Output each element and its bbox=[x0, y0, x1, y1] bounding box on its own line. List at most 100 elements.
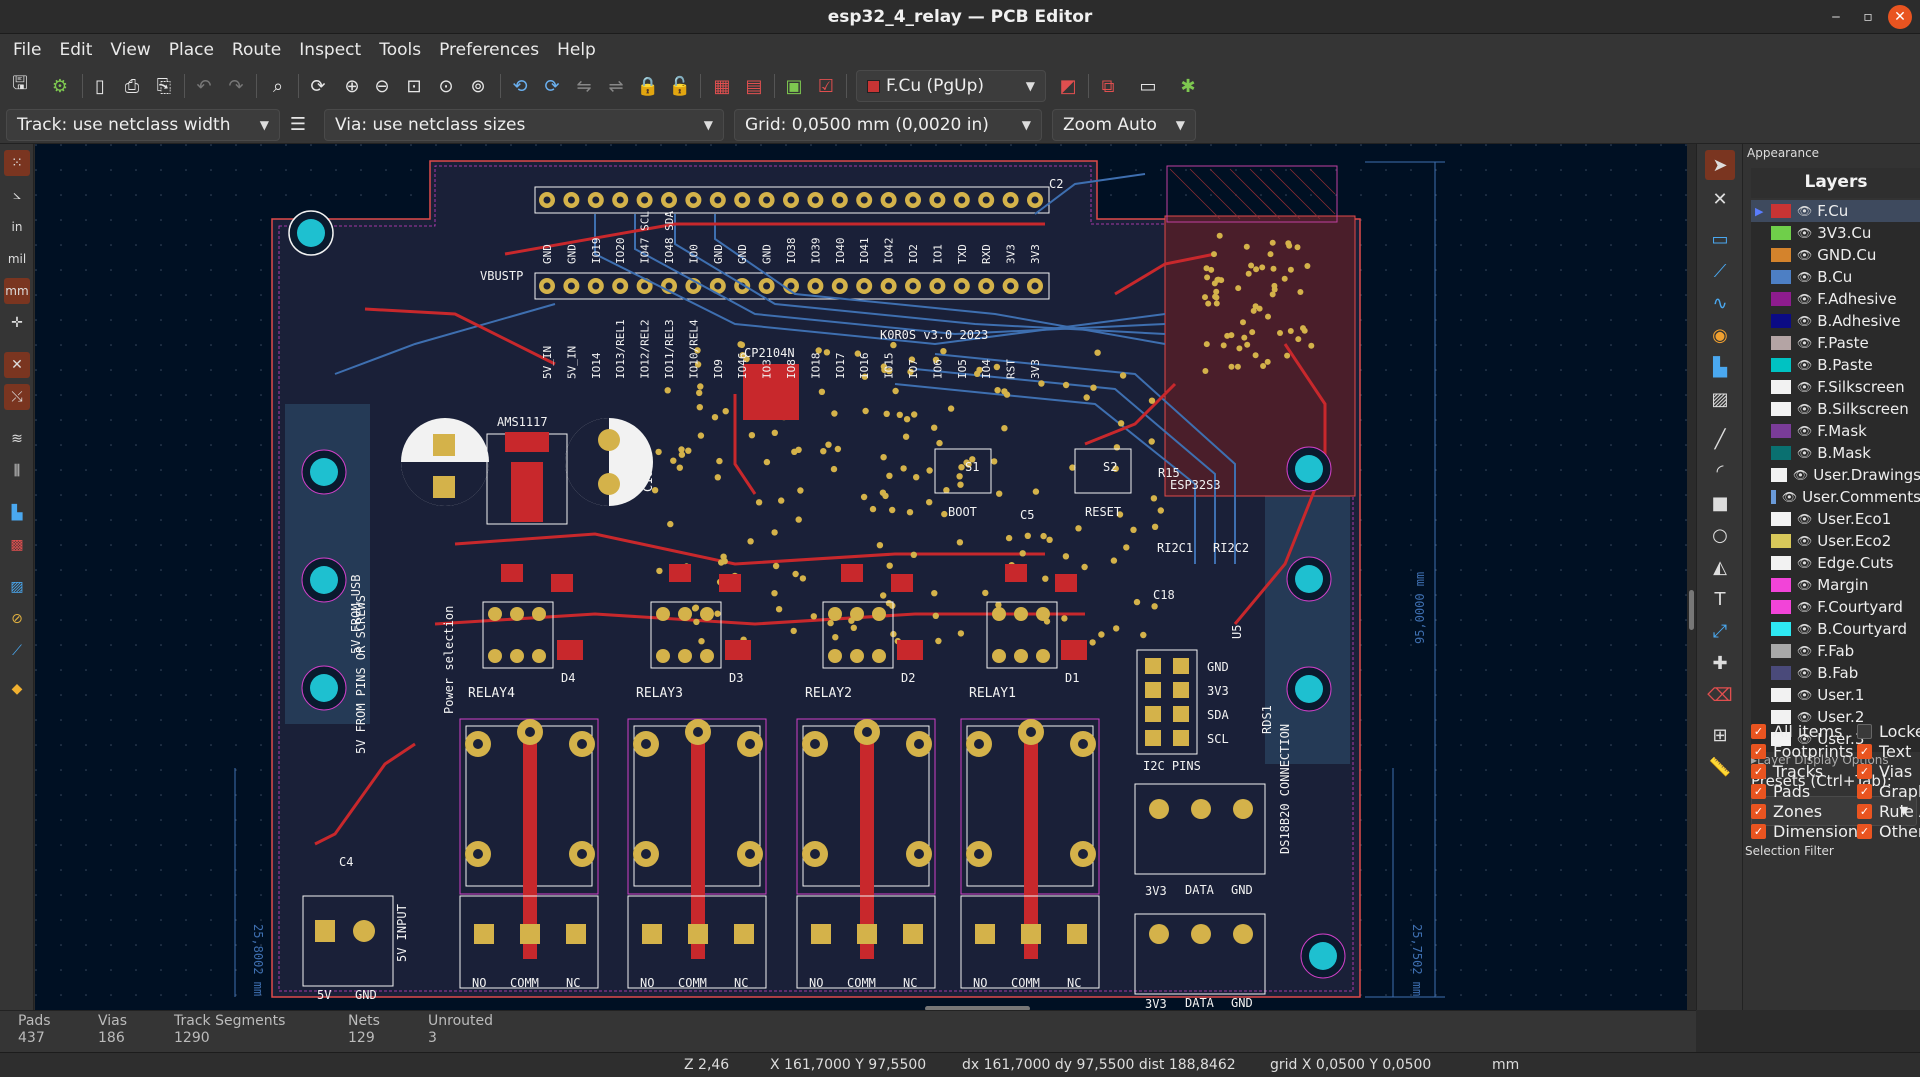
layer-row[interactable]: 👁 User.1 bbox=[1751, 684, 1920, 706]
plugin-icon[interactable]: ✱ bbox=[1174, 72, 1202, 100]
layer-color-swatch[interactable] bbox=[1771, 688, 1791, 702]
eye-icon[interactable]: 👁 bbox=[1797, 402, 1812, 416]
board-setup-icon[interactable]: ⚙ bbox=[46, 72, 74, 100]
flip-icon[interactable]: ⇋ bbox=[570, 72, 598, 100]
route-track-icon[interactable]: ⟋ bbox=[1705, 256, 1735, 286]
add-dimension-icon[interactable]: ⤢ bbox=[1705, 616, 1735, 646]
eye-icon[interactable]: 👁 bbox=[1797, 204, 1812, 218]
tab-layers[interactable]: Layers bbox=[1751, 168, 1920, 198]
layer-color-swatch[interactable] bbox=[1771, 622, 1791, 636]
redo-icon[interactable]: ↷ bbox=[222, 72, 250, 100]
layer-color-swatch[interactable] bbox=[1771, 468, 1787, 482]
zoom-fit-icon[interactable]: ⊡ bbox=[400, 72, 428, 100]
selection-filter-item[interactable]: ✓ Pads bbox=[1751, 782, 1810, 801]
eye-icon[interactable]: 👁 bbox=[1797, 578, 1812, 592]
layer-color-swatch[interactable] bbox=[1771, 314, 1791, 328]
add-text-icon[interactable]: T bbox=[1705, 584, 1735, 614]
checkbox[interactable]: ✓ bbox=[1751, 804, 1766, 819]
vertical-scrollbar[interactable] bbox=[1689, 590, 1694, 630]
undo-icon[interactable]: ↶ bbox=[190, 72, 218, 100]
eye-icon[interactable]: 👁 bbox=[1793, 468, 1808, 482]
checkbox[interactable]: ✓ bbox=[1751, 724, 1766, 739]
layer-color-swatch[interactable] bbox=[1771, 490, 1776, 504]
curved-ratsnest-icon[interactable]: ⤯ bbox=[4, 384, 30, 410]
selection-filter-item[interactable]: ✓ Graphics bbox=[1857, 782, 1920, 801]
layer-color-swatch[interactable] bbox=[1771, 204, 1791, 218]
layer-row[interactable]: 👁 B.Fab bbox=[1751, 662, 1920, 684]
layer-row[interactable]: 👁 GND.Cu bbox=[1751, 244, 1920, 266]
eye-icon[interactable]: 👁 bbox=[1797, 622, 1812, 636]
rotate-ccw-icon[interactable]: ⟲ bbox=[506, 72, 534, 100]
selection-filter-item[interactable]: ✓ Footprints bbox=[1751, 742, 1853, 761]
ratsnest-icon[interactable]: ✕ bbox=[4, 352, 30, 378]
layer-color-swatch[interactable] bbox=[1771, 292, 1791, 306]
checkbox[interactable]: ✓ bbox=[1751, 764, 1766, 779]
measure-icon[interactable]: 📏 bbox=[1705, 752, 1735, 782]
checkbox[interactable]: ✓ bbox=[1751, 784, 1766, 799]
eye-icon[interactable]: 👁 bbox=[1797, 556, 1812, 570]
checkbox[interactable]: ✓ bbox=[1857, 744, 1872, 759]
layer-color-swatch[interactable] bbox=[1771, 578, 1791, 592]
layer-row[interactable]: 👁 User.Comments bbox=[1751, 486, 1920, 508]
layer-row[interactable]: 👁 F.Paste bbox=[1751, 332, 1920, 354]
selection-filter-item[interactable]: Locked items bbox=[1857, 722, 1920, 741]
lock-icon[interactable]: 🔒 bbox=[634, 72, 662, 100]
layer-color-swatch[interactable] bbox=[1771, 556, 1791, 570]
selection-filter-item[interactable]: ✓ Tracks bbox=[1751, 762, 1823, 781]
checkbox[interactable]: ✓ bbox=[1857, 764, 1872, 779]
selection-filter-item[interactable]: ✓ Vias bbox=[1857, 762, 1912, 781]
layer-row[interactable]: 👁 B.Paste bbox=[1751, 354, 1920, 376]
via-size-dropdown[interactable]: Via: use netclass sizes ▼ bbox=[324, 109, 724, 141]
pad-outline-icon[interactable]: ▨ bbox=[4, 574, 30, 600]
maximize-icon[interactable]: ▫ bbox=[1856, 5, 1880, 29]
layer-color-swatch[interactable] bbox=[1771, 600, 1791, 614]
via-outline-icon[interactable]: ⊘ bbox=[4, 606, 30, 632]
checkbox[interactable] bbox=[1857, 724, 1872, 739]
layer-row[interactable]: 👁 3V3.Cu bbox=[1751, 222, 1920, 244]
add-footprint-icon[interactable]: ▭ bbox=[1705, 224, 1735, 254]
eye-icon[interactable]: 👁 bbox=[1797, 336, 1812, 350]
eye-icon[interactable]: 👁 bbox=[1797, 644, 1812, 658]
eye-icon[interactable]: 👁 bbox=[1797, 424, 1812, 438]
select-icon[interactable]: ➤ bbox=[1705, 150, 1735, 180]
save-icon[interactable]: 🖫 bbox=[6, 72, 34, 100]
layer-row[interactable]: 👁 F.Mask bbox=[1751, 420, 1920, 442]
active-layer-dropdown[interactable]: F.Cu (PgUp) ▼ bbox=[856, 70, 1046, 102]
menu-place[interactable]: Place bbox=[160, 34, 223, 66]
mirror-icon[interactable]: ⇌ bbox=[602, 72, 630, 100]
eye-icon[interactable]: 👁 bbox=[1797, 600, 1812, 614]
cursor-shape-icon[interactable]: ✛ bbox=[4, 310, 30, 336]
layer-row[interactable]: 👁 User.Eco1 bbox=[1751, 508, 1920, 530]
checkbox[interactable]: ✓ bbox=[1751, 744, 1766, 759]
print-icon[interactable]: ⎙ bbox=[118, 72, 146, 100]
net-colors-icon[interactable]: ≋ bbox=[4, 426, 30, 452]
zone-outline-icon[interactable]: ▩ bbox=[4, 532, 30, 558]
add-anchor-icon[interactable]: ✚ bbox=[1705, 648, 1735, 678]
eye-icon[interactable]: 👁 bbox=[1797, 666, 1812, 680]
rule-area-icon[interactable]: ▨ bbox=[1705, 384, 1735, 414]
pcb-canvas[interactable]: GND GND IO19 IO20 IO47 SCL IO48 SDA IO0 GND GND G… bbox=[35, 144, 1687, 1010]
grid-dropdown[interactable]: Grid: 0,0500 mm (0,0020 in) ▼ bbox=[734, 109, 1042, 141]
layer-color-swatch[interactable] bbox=[1771, 358, 1791, 372]
layer-row[interactable]: 👁 B.Cu bbox=[1751, 266, 1920, 288]
layer-color-swatch[interactable] bbox=[1771, 402, 1791, 416]
add-via-icon[interactable]: ◉ bbox=[1705, 320, 1735, 350]
zone-fill-icon[interactable]: ▙ bbox=[4, 500, 30, 526]
local-ratsnest-icon[interactable]: ✕ bbox=[1705, 184, 1735, 214]
close-icon[interactable]: ✕ bbox=[1888, 5, 1912, 29]
menu-preferences[interactable]: Preferences bbox=[430, 34, 548, 66]
eye-icon[interactable]: 👁 bbox=[1797, 314, 1812, 328]
zoom-selection-icon[interactable]: ⊚ bbox=[464, 72, 492, 100]
eye-icon[interactable]: 👁 bbox=[1797, 270, 1812, 284]
checkbox[interactable]: ✓ bbox=[1751, 824, 1766, 839]
layer-color-swatch[interactable] bbox=[1771, 226, 1791, 240]
menu-inspect[interactable]: Inspect bbox=[290, 34, 370, 66]
netlist-icon[interactable]: ▦ bbox=[708, 72, 736, 100]
eye-icon[interactable]: 👁 bbox=[1782, 490, 1797, 504]
tune-length-icon[interactable]: ∿ bbox=[1705, 288, 1735, 318]
units-mm-button[interactable]: mm bbox=[4, 278, 30, 304]
eye-icon[interactable]: 👁 bbox=[1797, 226, 1812, 240]
selection-filter-item[interactable]: ✓ Rule Areas bbox=[1857, 802, 1920, 821]
layer-color-swatch[interactable] bbox=[1771, 380, 1791, 394]
draw-rectangle-icon[interactable]: ■ bbox=[1705, 488, 1735, 518]
